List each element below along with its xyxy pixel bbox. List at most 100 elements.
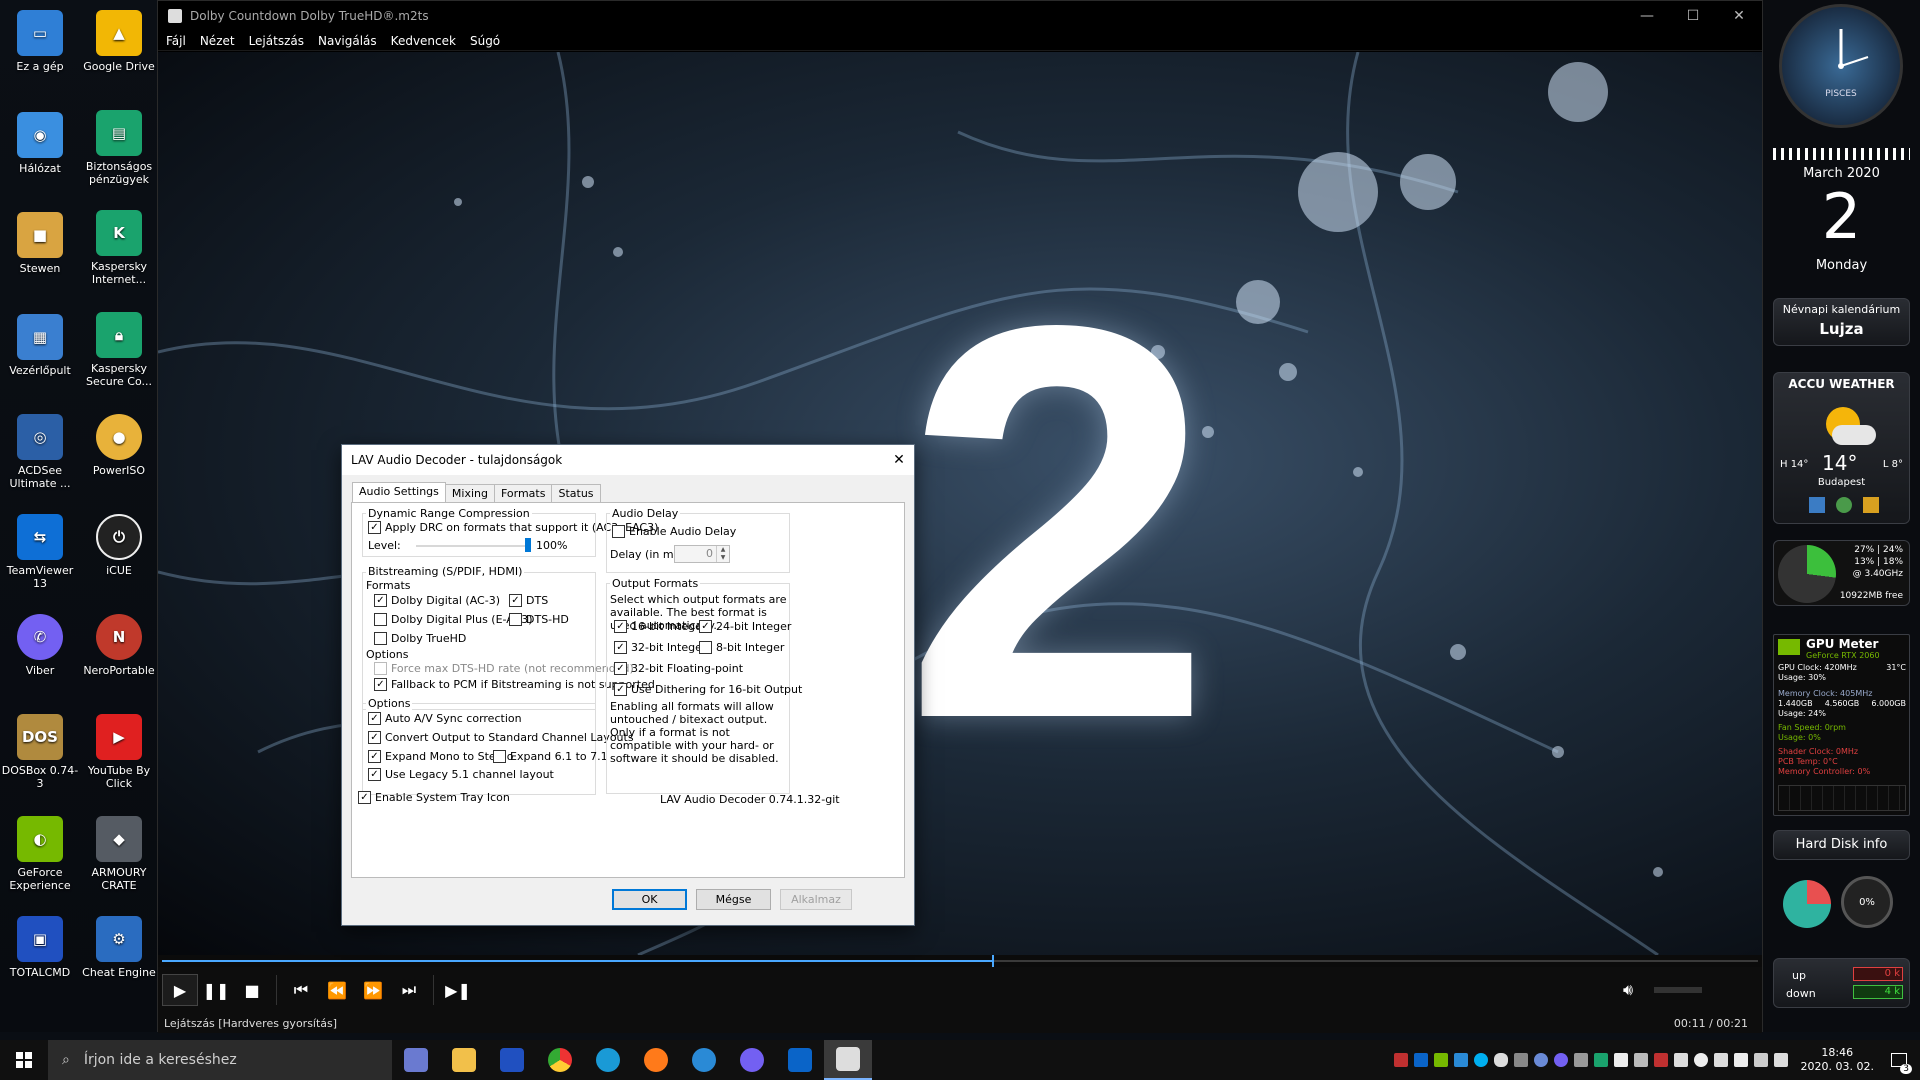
bitstream-ac3-checkbox[interactable]: ✓ Dolby Digital (AC-3) bbox=[374, 594, 500, 607]
globe-icon[interactable] bbox=[1835, 497, 1852, 513]
cpu-meter-gadget[interactable]: 27% | 24% 13% | 18% @ 3.40GHz 10922MB fr… bbox=[1773, 540, 1910, 606]
network-gadget[interactable]: up down 0 k 4 k bbox=[1773, 958, 1910, 1008]
tray-network-icon[interactable] bbox=[1753, 1053, 1768, 1067]
desktop-icon-teamviewer[interactable]: ⇆ TeamViewer 13 bbox=[1, 514, 79, 590]
fast-forward-button[interactable]: ⏩ bbox=[355, 974, 391, 1006]
tab-status[interactable]: Status bbox=[551, 484, 601, 502]
convert-layouts-checkbox[interactable]: ✓ Convert Output to Standard Channel Lay… bbox=[368, 731, 634, 744]
tray-globe-icon[interactable] bbox=[1533, 1053, 1548, 1067]
menu-view[interactable]: Nézet bbox=[200, 34, 235, 48]
search-box[interactable]: ⌕ Írjon ide a kereséshez bbox=[48, 1040, 392, 1080]
weather-gadget[interactable]: ACCU WEATHER H 14° 14° L 8° Budapest bbox=[1773, 372, 1910, 524]
taskbar-app-outlook[interactable] bbox=[776, 1040, 824, 1080]
pause-button[interactable]: ❚❚ bbox=[198, 974, 234, 1006]
previous-button[interactable]: ⏮ bbox=[283, 974, 319, 1006]
tray-viber-icon[interactable] bbox=[1553, 1053, 1568, 1067]
gpu-meter-gadget[interactable]: GPU Meter GeForce RTX 2060 GPU Clock: 42… bbox=[1773, 634, 1910, 816]
ok-button[interactable]: OK bbox=[612, 889, 687, 910]
tray-lock-icon[interactable] bbox=[1573, 1053, 1588, 1067]
desktop-icon-network[interactable]: ◉ Hálózat bbox=[1, 112, 79, 175]
desktop-icon-viber[interactable]: ✆ Viber bbox=[1, 614, 79, 677]
menu-help[interactable]: Súgó bbox=[470, 34, 500, 48]
level-slider-thumb[interactable] bbox=[525, 538, 531, 552]
tray-security-icon[interactable] bbox=[1713, 1053, 1728, 1067]
tab-mixing[interactable]: Mixing bbox=[444, 484, 495, 502]
expand-mono-checkbox[interactable]: ✓ Expand Mono to Stereo bbox=[368, 750, 513, 763]
seek-bar[interactable] bbox=[158, 955, 1762, 967]
play-button[interactable]: ▶ bbox=[162, 974, 198, 1006]
desktop-icon-cheat-engine[interactable]: ⚙ Cheat Engine bbox=[80, 916, 158, 979]
desktop-icon-kaspersky-internet[interactable]: K Kaspersky Internet... bbox=[80, 210, 158, 286]
start-button[interactable] bbox=[0, 1040, 48, 1080]
tray-lav-icon[interactable] bbox=[1613, 1053, 1628, 1067]
tray-app-icon[interactable] bbox=[1453, 1053, 1468, 1067]
stop-button[interactable]: ■ bbox=[234, 974, 270, 1006]
clock-gadget[interactable]: PISCES bbox=[1779, 4, 1903, 128]
format-8bit-checkbox[interactable]: 8-bit Integer bbox=[699, 641, 784, 654]
taskbar-app-edge[interactable] bbox=[584, 1040, 632, 1080]
tray-skype-icon[interactable] bbox=[1473, 1053, 1488, 1067]
minimize-button[interactable]: — bbox=[1624, 1, 1670, 31]
title-bar[interactable]: Dolby Countdown Dolby TrueHD®.m2ts — ☐ ✕ bbox=[158, 1, 1762, 31]
bitstream-dtshd-checkbox[interactable]: DTS-HD bbox=[509, 613, 569, 626]
taskbar-app-firefox[interactable] bbox=[632, 1040, 680, 1080]
menu-navigate[interactable]: Navigálás bbox=[318, 34, 377, 48]
dialog-title-bar[interactable]: LAV Audio Decoder - tulajdonságok ✕ bbox=[342, 445, 914, 475]
taskbar-app-file-explorer[interactable] bbox=[440, 1040, 488, 1080]
taskbar-app-task-view[interactable] bbox=[392, 1040, 440, 1080]
format-24bit-checkbox[interactable]: ✓ 24-bit Integer bbox=[699, 620, 791, 633]
desktop-icon-kaspersky-secure[interactable]: 🔒︎ Kaspersky Secure Co... bbox=[80, 312, 158, 388]
tray-app-icon[interactable] bbox=[1393, 1053, 1408, 1067]
desktop-icon-youtube-by-click[interactable]: ▶ YouTube By Click bbox=[80, 714, 158, 790]
desktop-icon-armoury-crate[interactable]: ◆ ARMOURY CRATE bbox=[80, 816, 158, 892]
taskbar-app-viber[interactable] bbox=[728, 1040, 776, 1080]
bitstream-dts-checkbox[interactable]: ✓ DTS bbox=[509, 594, 548, 607]
volume-slider[interactable] bbox=[1654, 987, 1702, 993]
desktop-icon-acdsee[interactable]: ◎ ACDSee Ultimate ... bbox=[1, 414, 79, 490]
close-button[interactable]: ✕ bbox=[1716, 1, 1762, 31]
action-center-button[interactable]: 3 bbox=[1884, 1040, 1914, 1080]
desktop-icon-safe-money[interactable]: ▤ Biztonságos pénzügyek bbox=[80, 110, 158, 186]
frame-step-button[interactable]: ▶❚ bbox=[440, 974, 476, 1006]
hard-disk-gadget-title[interactable]: Hard Disk info bbox=[1773, 830, 1910, 860]
speaker-icon[interactable]: 🔊︎ bbox=[1610, 974, 1646, 1006]
desktop-icon-totalcmd[interactable]: ▣ TOTALCMD bbox=[1, 916, 79, 979]
taskbar-app-ie[interactable] bbox=[680, 1040, 728, 1080]
desktop-icon-geforce[interactable]: ◐ GeForce Experience bbox=[1, 816, 79, 892]
warning-icon[interactable] bbox=[1862, 497, 1879, 513]
tray-icue-icon[interactable] bbox=[1693, 1053, 1708, 1067]
tray-volume-icon[interactable] bbox=[1773, 1053, 1788, 1067]
tray-lav-audio-icon[interactable] bbox=[1653, 1053, 1668, 1067]
desktop-icon-poweriso[interactable]: ● PowerISO bbox=[80, 414, 158, 477]
tray-app-icon[interactable] bbox=[1733, 1053, 1748, 1067]
tray-app-icon[interactable] bbox=[1633, 1053, 1648, 1067]
taskbar-app-chrome[interactable] bbox=[536, 1040, 584, 1080]
format-32bit-checkbox[interactable]: ✓ 32-bit Integer bbox=[614, 641, 706, 654]
tray-onedrive-icon[interactable] bbox=[1493, 1053, 1508, 1067]
next-button[interactable]: ⏭ bbox=[391, 974, 427, 1006]
tray-kaspersky-icon[interactable] bbox=[1593, 1053, 1608, 1067]
dialog-close-icon[interactable]: ✕ bbox=[884, 452, 914, 468]
desktop-icon-this-pc[interactable]: ▭ Ez a gép bbox=[1, 10, 79, 73]
dithering-checkbox[interactable]: ✓ Use Dithering for 16-bit Output bbox=[614, 683, 802, 696]
legacy-layout-checkbox[interactable]: ✓ Use Legacy 5.1 channel layout bbox=[368, 768, 554, 781]
map-icon[interactable] bbox=[1809, 497, 1826, 513]
desktop-icon-icue[interactable]: ⏻ iCUE bbox=[80, 514, 158, 577]
delay-spinner[interactable]: 0 ▲ ▼ bbox=[674, 545, 730, 563]
menu-playback[interactable]: Lejátszás bbox=[249, 34, 304, 48]
menu-favorites[interactable]: Kedvencek bbox=[391, 34, 456, 48]
maximize-button[interactable]: ☐ bbox=[1670, 1, 1716, 31]
taskbar-clock[interactable]: 18:46 2020. 03. 02. bbox=[1801, 1046, 1874, 1074]
format-float-checkbox[interactable]: ✓ 32-bit Floating-point bbox=[614, 662, 743, 675]
rewind-button[interactable]: ⏪ bbox=[319, 974, 355, 1006]
nameday-gadget[interactable]: Névnapi kalendárium Lujza bbox=[1773, 298, 1910, 346]
tray-icon-checkbox[interactable]: ✓ Enable System Tray Icon bbox=[358, 791, 510, 804]
level-slider[interactable] bbox=[416, 545, 528, 547]
taskbar-app-save[interactable] bbox=[488, 1040, 536, 1080]
desktop-icon-nero[interactable]: N NeroPortable bbox=[80, 614, 158, 677]
desktop-icon-dosbox[interactable]: DOS DOSBox 0.74-3 bbox=[1, 714, 79, 790]
taskbar-app-media-player[interactable] bbox=[824, 1040, 872, 1080]
cancel-button[interactable]: Mégse bbox=[696, 889, 771, 910]
spinner-arrows-icon[interactable]: ▲ ▼ bbox=[716, 546, 729, 562]
tray-network-icon[interactable] bbox=[1513, 1053, 1528, 1067]
